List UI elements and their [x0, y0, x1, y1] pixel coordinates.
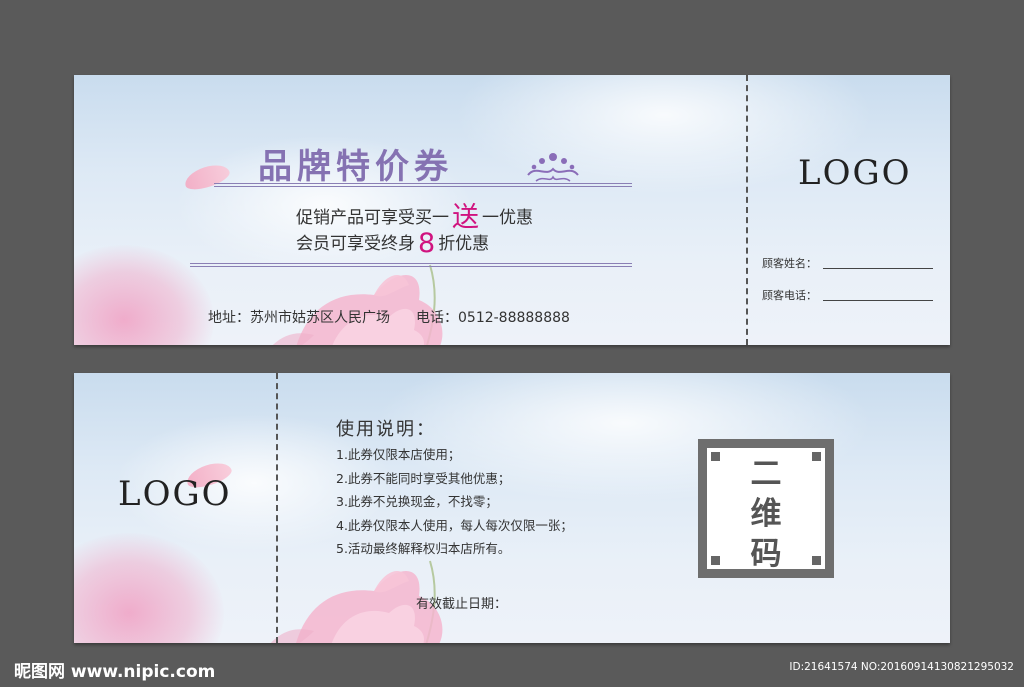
flourish-icon	[527, 153, 579, 182]
qr-text-line: 二	[750, 456, 782, 492]
qr-text-line: 维	[750, 496, 782, 532]
flower-blur-decoration	[74, 533, 224, 643]
customer-phone-field: 顾客电话：	[762, 287, 933, 303]
promo-text: 促销产品可享受买一	[296, 208, 449, 228]
promo-text: 会员可享受终身	[296, 234, 415, 254]
instruction-item: 5.活动最终解释权归本店所有。	[336, 541, 511, 556]
field-label: 顾客电话：	[762, 289, 817, 302]
divider-line	[214, 186, 632, 187]
coupon-front: 品牌特价券 促销产品可享受买一送一优惠 会员可享受终身 8 折优惠 地址：苏州市姑苏…	[74, 75, 950, 345]
divider-line	[214, 183, 632, 184]
back-logo: LOGO	[118, 474, 232, 514]
instruction-item: 4.此券仅限本人使用，每人每次仅限一张；	[336, 517, 573, 533]
flower-blur-decoration	[74, 245, 214, 345]
field-label: 顾客姓名：	[762, 257, 817, 270]
instructions-title: 使用说明：	[336, 419, 436, 440]
stub-logo: LOGO	[798, 153, 912, 193]
flower-illustration	[272, 264, 443, 345]
promo-accent: 8	[418, 228, 436, 259]
divider-line	[190, 263, 632, 264]
fill-line	[823, 268, 933, 269]
tear-line	[746, 75, 748, 345]
customer-name-field: 顾客姓名：	[762, 255, 933, 271]
coupon-title: 品牌特价券	[258, 147, 453, 187]
instruction-item: 3.此券不兑换现金，不找零；	[336, 494, 498, 509]
tear-line	[276, 373, 278, 643]
coupon-back: LOGO 使用说明： 1.此券仅限本店使用； 2.此券不能同时享受其他优惠； 3…	[74, 373, 950, 643]
store-phone: 电话：0512-88888888	[416, 310, 570, 326]
fill-line	[823, 300, 933, 301]
site-watermark: 昵图网 www.nipic.com	[14, 662, 216, 682]
divider-line	[190, 266, 632, 267]
expiry-date-label: 有效截止日期：	[416, 597, 508, 612]
instruction-item: 1.此券仅限本店使用；	[336, 447, 461, 462]
instruction-item: 2.此券不能同时享受其他优惠；	[336, 470, 511, 486]
qr-text-line: 码	[750, 536, 782, 572]
image-id-watermark: ID:21641574 NO:20160914130821295032	[789, 661, 1014, 673]
qr-placeholder-text: 二 维 码	[707, 454, 825, 574]
promo-text: 折优惠	[438, 234, 490, 254]
store-contact: 地址：苏州市姑苏区人民广场 电话：0512-88888888	[208, 307, 570, 327]
store-address: 地址：苏州市姑苏区人民广场	[208, 310, 390, 326]
promo-line-2: 会员可享受终身 8 折优惠	[296, 228, 489, 259]
promo-text: 一优惠	[482, 208, 533, 228]
qr-code-placeholder: 二 维 码	[698, 439, 834, 578]
instructions-list: 1.此券仅限本店使用； 2.此券不能同时享受其他优惠； 3.此券不兑换现金，不找…	[336, 443, 573, 561]
